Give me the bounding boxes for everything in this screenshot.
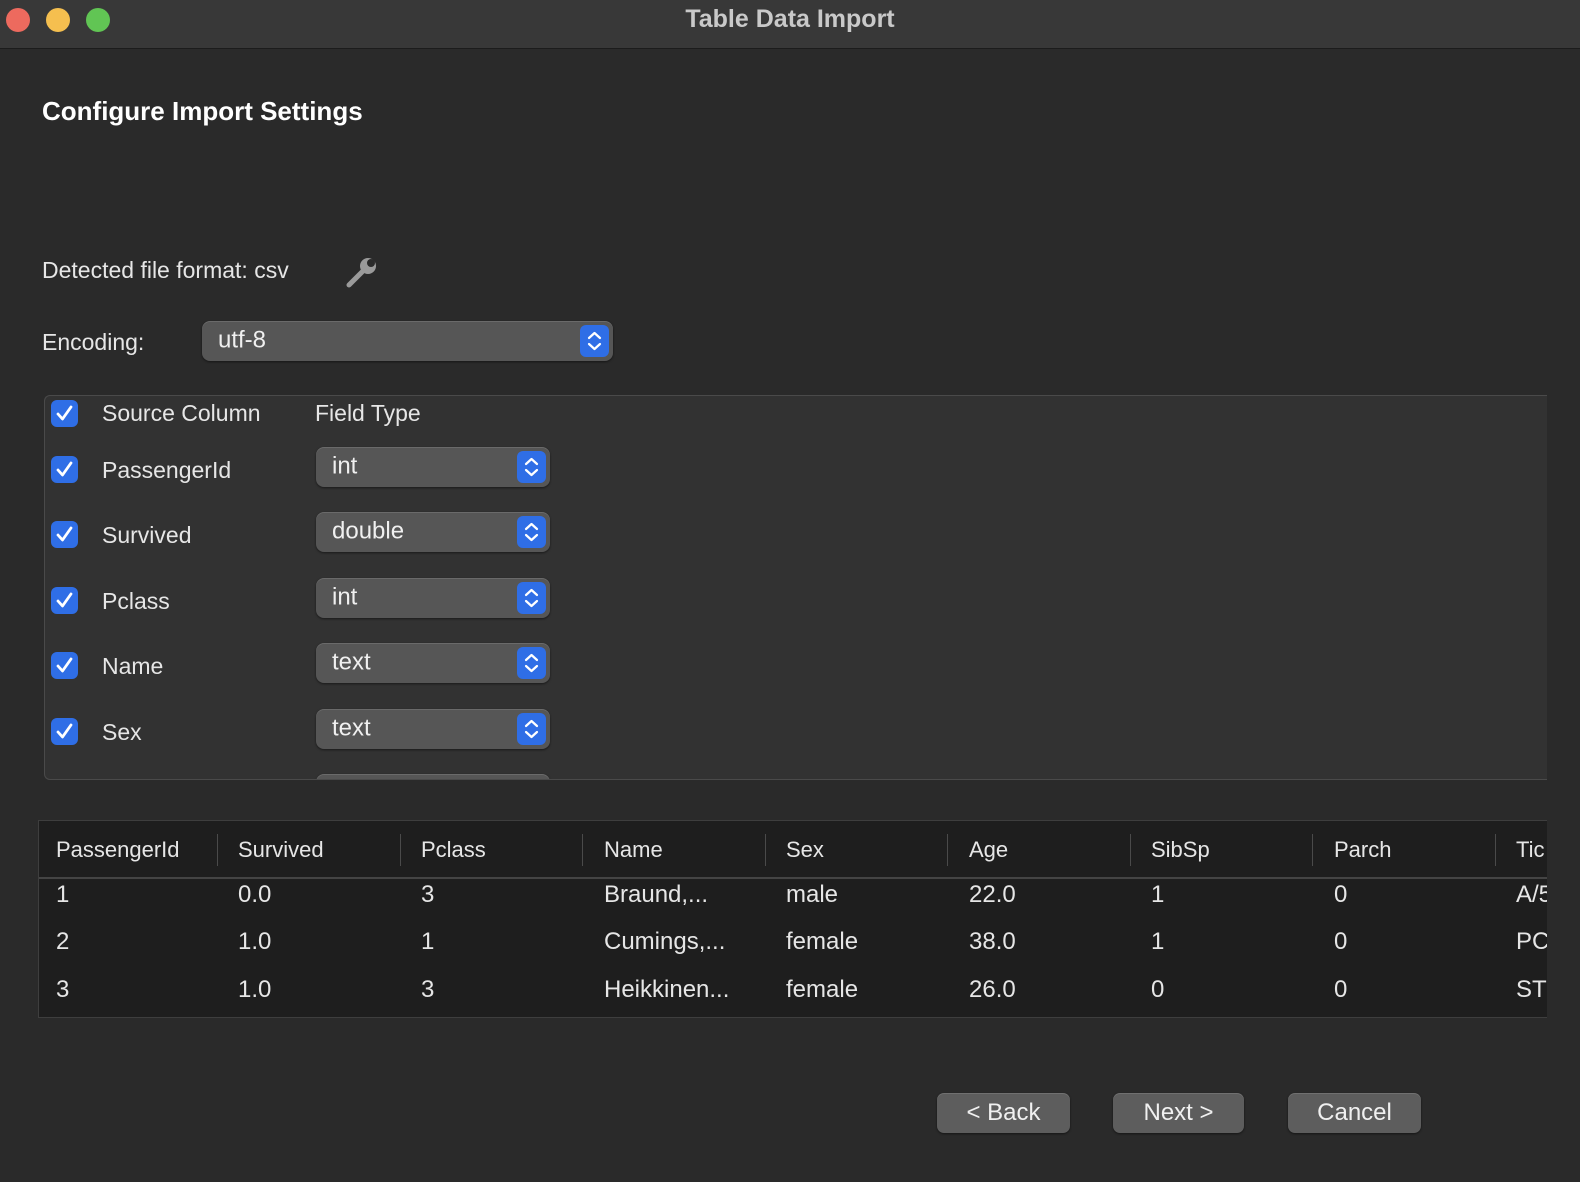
preview-header-row: PassengerId Survived Pclass Name Sex Age…: [39, 821, 1547, 879]
column-divider: [582, 834, 583, 866]
field-type-header: Field Type: [315, 400, 421, 426]
chevron-up-down-icon: [517, 451, 546, 483]
field-name-label: Pclass: [102, 588, 170, 614]
wrench-icon[interactable]: [342, 254, 380, 292]
table-cell: 1.0: [238, 976, 272, 1003]
preview-column-header: Sex: [786, 837, 824, 862]
preview-column-header: Age: [969, 837, 1009, 862]
window-title: Table Data Import: [685, 5, 895, 33]
table-cell: 0.0: [238, 881, 272, 908]
column-divider: [217, 834, 218, 866]
table-cell: female: [786, 976, 859, 1003]
page-title: Configure Import Settings: [42, 96, 363, 126]
field-type-value: int: [332, 452, 358, 480]
back-button[interactable]: < Back: [937, 1093, 1070, 1133]
field-type-value: double: [332, 517, 405, 545]
table-cell: ST: [1516, 976, 1547, 1003]
field-name-label: Survived: [102, 522, 192, 548]
table-cell: 1.0: [238, 928, 272, 955]
table-cell: 0: [1334, 976, 1348, 1003]
field-type-select[interactable]: text: [316, 709, 550, 749]
chevron-up-down-icon: [517, 647, 546, 679]
field-type-value: int: [332, 583, 358, 611]
table-cell: 0: [1334, 881, 1348, 908]
column-divider: [947, 834, 948, 866]
source-column-header: Source Column: [102, 400, 261, 426]
field-type-select[interactable]: text: [316, 643, 550, 683]
field-name-label: Name: [102, 653, 164, 679]
field-name-label: Sex: [102, 719, 142, 745]
title-bar: Table Data Import: [0, 0, 1580, 49]
field-type-select-partial[interactable]: [316, 774, 550, 779]
field-checkbox-name[interactable]: [51, 652, 78, 679]
table-cell: Cumings,...: [604, 928, 726, 955]
table-cell: 1: [1151, 881, 1165, 908]
encoding-select[interactable]: utf-8: [202, 321, 613, 361]
preview-column-header: Tic: [1516, 837, 1545, 862]
chevron-up-down-icon: [517, 516, 546, 548]
column-divider: [1495, 834, 1496, 866]
column-divider: [1130, 834, 1131, 866]
detected-format-label: Detected file format: csv: [42, 257, 289, 283]
table-cell: Braund,...: [604, 881, 709, 908]
field-checkbox-pclass[interactable]: [51, 587, 78, 614]
column-divider: [400, 834, 401, 866]
table-cell: 3: [56, 976, 70, 1003]
table-cell: female: [786, 928, 859, 955]
table-cell: 26.0: [969, 976, 1016, 1003]
table-cell: 3: [421, 976, 435, 1003]
table-cell: PC: [1516, 928, 1547, 955]
field-name-label: PassengerId: [102, 457, 232, 483]
table-cell: 0: [1151, 976, 1165, 1003]
chevron-up-down-icon: [517, 713, 546, 745]
field-type-value: text: [332, 648, 371, 676]
chevron-up-down-icon: [517, 582, 546, 614]
column-divider: [1312, 834, 1313, 866]
table-cell: 2: [56, 928, 70, 955]
table-cell: 1: [1151, 928, 1165, 955]
table-cell: 0: [1334, 928, 1348, 955]
encoding-value: utf-8: [218, 326, 267, 354]
field-type-value: text: [332, 714, 371, 742]
field-type-select[interactable]: int: [316, 447, 550, 487]
encoding-label: Encoding:: [42, 329, 145, 355]
preview-column-header: Survived: [238, 837, 324, 862]
field-checkbox-survived[interactable]: [51, 521, 78, 548]
field-mapping-panel[interactable]: Source Column Field Type PassengerId int…: [44, 395, 1547, 780]
table-cell: A/5: [1516, 881, 1547, 908]
table-cell: 3: [421, 881, 435, 908]
column-divider: [765, 834, 766, 866]
table-cell: Heikkinen...: [604, 976, 730, 1003]
preview-column-header: Parch: [1334, 837, 1392, 862]
table-cell: 1: [56, 881, 70, 908]
table-cell: 38.0: [969, 928, 1016, 955]
preview-column-header: Name: [604, 837, 663, 862]
next-button[interactable]: Next >: [1113, 1093, 1244, 1133]
preview-column-header: Pclass: [421, 837, 486, 862]
data-preview-table: PassengerId Survived Pclass Name Sex Age…: [38, 820, 1547, 1018]
table-cell: 1: [421, 928, 435, 955]
field-checkbox-passengerid[interactable]: [51, 456, 78, 483]
field-type-select[interactable]: int: [316, 578, 550, 618]
table-cell: 22.0: [969, 881, 1016, 908]
table-cell: male: [786, 881, 839, 908]
field-checkbox-sex[interactable]: [51, 718, 78, 745]
preview-column-header: PassengerId: [56, 837, 180, 862]
select-all-checkbox[interactable]: [51, 400, 78, 427]
cancel-button[interactable]: Cancel: [1288, 1093, 1421, 1133]
field-type-select[interactable]: double: [316, 512, 550, 552]
preview-column-header: SibSp: [1151, 837, 1210, 862]
chevron-up-down-icon: [580, 325, 609, 357]
